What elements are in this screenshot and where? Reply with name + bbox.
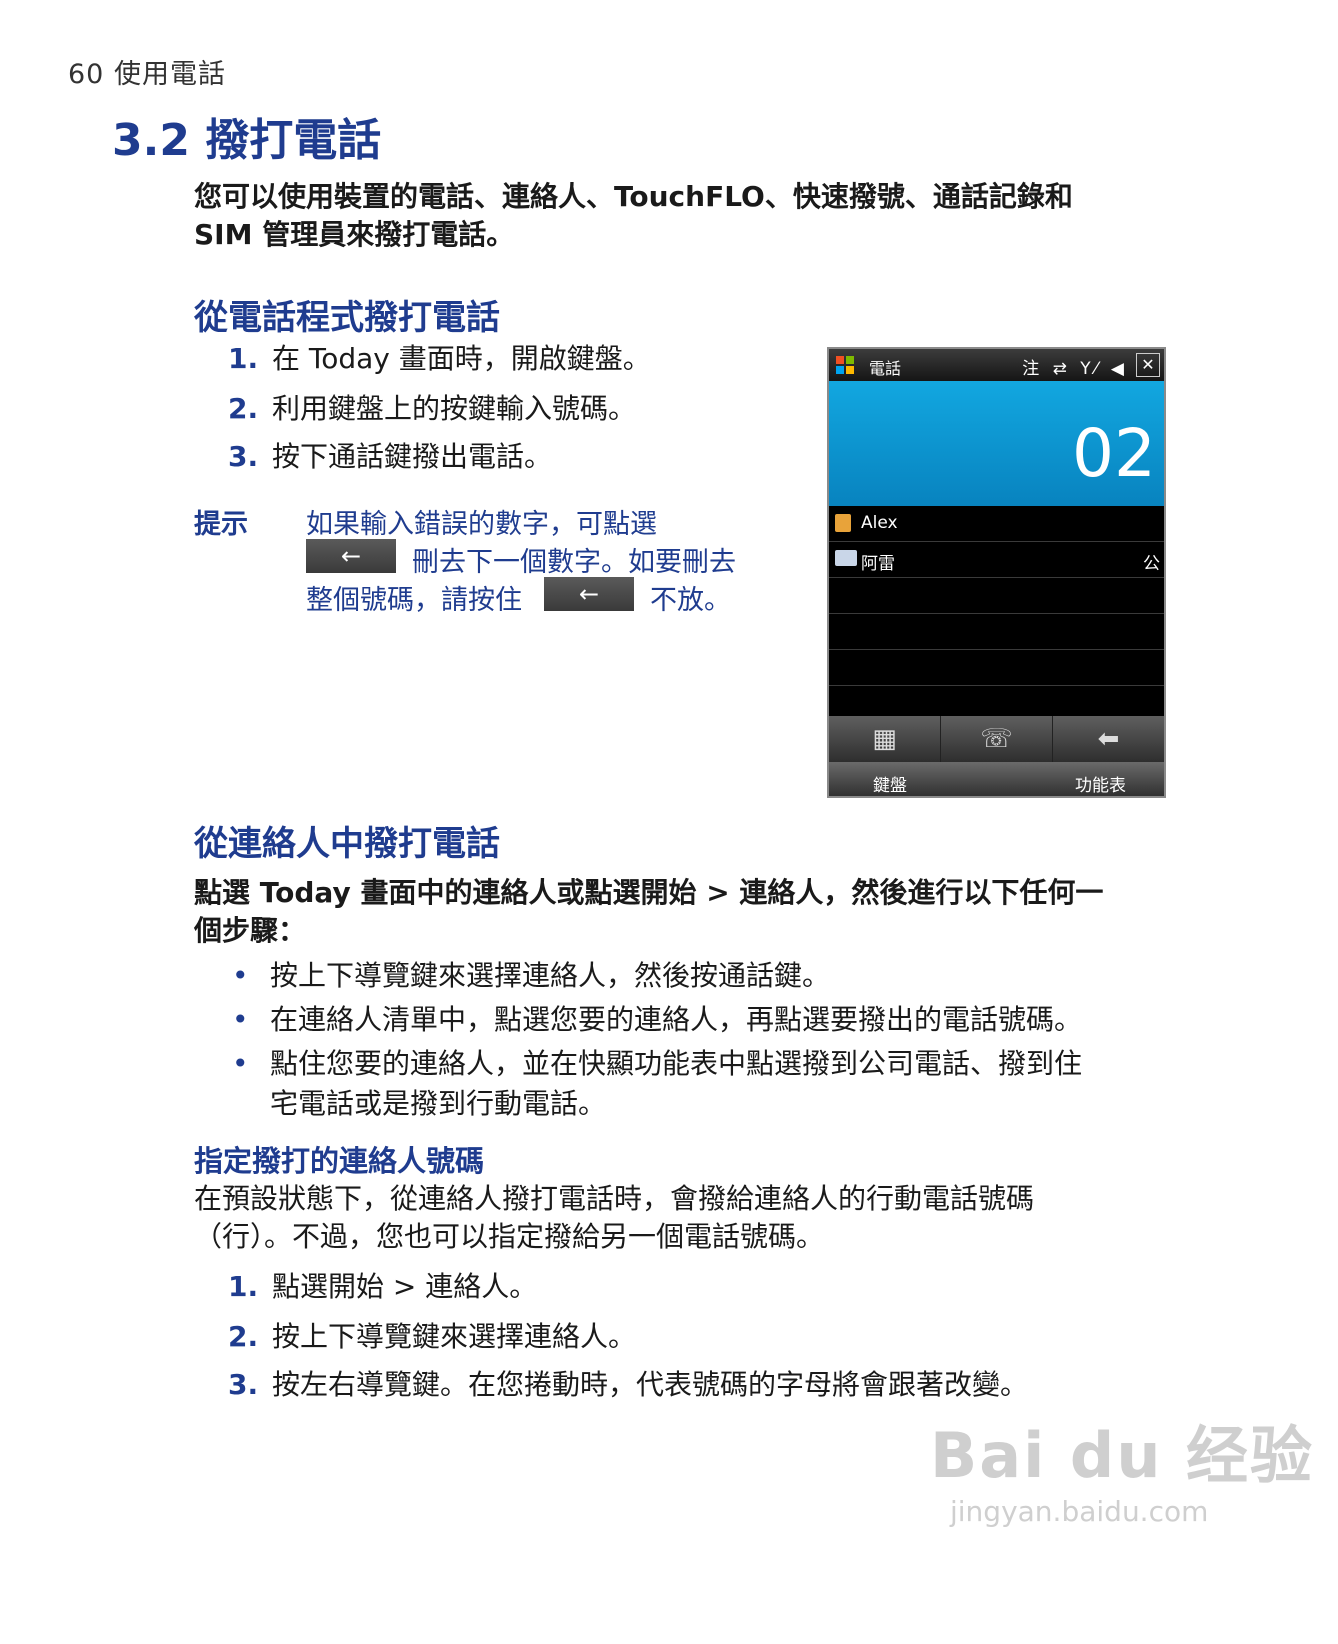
backspace-key-icon: ←: [306, 539, 396, 573]
contact-name: Alex: [861, 513, 898, 533]
step-number: 1.: [228, 1270, 259, 1303]
bullet-text: 宅電話或是撥到行動電話。: [270, 1087, 607, 1120]
phone-step-2: 2. 利用鍵盤上的按鍵輸入號碼。: [228, 390, 636, 428]
assign-step-1: 1. 點選開始 > 連絡人。: [228, 1268, 537, 1306]
page-header: 60 使用電話: [68, 59, 226, 90]
contact-name: 阿雷: [861, 554, 895, 574]
list-item[interactable]: [829, 578, 1164, 614]
step-text: 按上下導覽鍵來選擇連絡人。: [272, 1320, 637, 1353]
bullet-glyph: •: [232, 1003, 249, 1036]
contacts-para-line-1: 點選 Today 畫面中的連絡人或點選開始 > 連絡人，然後進行以下任何一: [194, 876, 1104, 909]
phone-toolbar: ▦ ☏ ⬅: [829, 716, 1164, 762]
windows-start-icon: [836, 356, 854, 374]
bullet-text: 按上下導覽鍵來選擇連絡人，然後按通話鍵。: [270, 959, 831, 992]
bullet-glyph: •: [232, 1047, 249, 1080]
phone-section-heading: 從電話程式撥打電話: [194, 298, 500, 338]
smart-dial-list: Alex 阿雷 公: [829, 506, 1164, 722]
list-item[interactable]: 阿雷 公: [829, 542, 1164, 578]
step-text: 點選開始 > 連絡人。: [272, 1270, 538, 1303]
soft-key-bar: 鍵盤 功能表: [829, 762, 1164, 796]
tip-line-3b: 不放。: [650, 585, 731, 616]
baidu-watermark: Bai du 经验 jingyan.baidu.com: [930, 1405, 1314, 1528]
keypad-icon[interactable]: ▦: [829, 716, 941, 762]
phone-step-1: 1. 在 Today 畫面時，開啟鍵盤。: [228, 340, 651, 378]
menu-soft-key[interactable]: 功能表: [1075, 771, 1126, 796]
bullet-item-3: • 點住您要的連絡人，並在快顯功能表中點選撥到公司電話、撥到住: [232, 1044, 1083, 1084]
phone-screenshot: 電話 注 ⇄ Y⁄ ◀ ✕ 02 Alex 阿雷 公 ▦ ☏ ⬅ 鍵盤 功能表: [827, 347, 1166, 798]
contact-card-icon: [835, 550, 857, 566]
close-icon[interactable]: ✕: [1136, 353, 1160, 377]
step-number: 1.: [228, 342, 259, 375]
tip-line-2: 刪去下一個數字。如要刪去: [412, 547, 736, 578]
contacts-para-line-2: 個步驟：: [194, 914, 307, 947]
dialed-digits: 02: [1072, 415, 1156, 492]
assign-section-heading: 指定撥打的連絡人號碼: [194, 1144, 485, 1178]
assign-para-line-2: （行）。不過，您也可以指定撥給另一個電話號碼。: [194, 1220, 825, 1253]
tip-line-1: 如果輸入錯誤的數字，可點選: [306, 509, 657, 540]
list-item[interactable]: [829, 650, 1164, 686]
dial-display: 02: [829, 381, 1164, 506]
intro-line-1: 您可以使用裝置的電話、連絡人、TouchFLO、快速撥號、通話記錄和: [194, 180, 1073, 213]
step-number: 3.: [228, 440, 259, 473]
contacts-section-heading: 從連絡人中撥打電話: [194, 824, 500, 864]
list-item[interactable]: [829, 614, 1164, 650]
phone-app-title: 電話: [869, 359, 902, 378]
tip-label: 提示: [194, 509, 248, 540]
section-title: 3.2 撥打電話: [112, 115, 382, 166]
number-type-tag: 公: [1143, 554, 1160, 574]
step-text: 利用鍵盤上的按鍵輸入號碼。: [272, 392, 637, 425]
backspace-key-icon: ←: [544, 577, 634, 611]
backspace-icon[interactable]: ⬅: [1053, 716, 1164, 762]
step-text: 按左右導覽鍵。在您捲動時，代表號碼的字母將會跟著改變。: [272, 1368, 1029, 1401]
call-history-icon: [835, 514, 851, 532]
bullet-glyph: •: [232, 959, 249, 992]
keypad-soft-key[interactable]: 鍵盤: [873, 771, 907, 796]
bullet-text: 點住您要的連絡人，並在快顯功能表中點選撥到公司電話、撥到住: [270, 1047, 1083, 1080]
watermark-url: jingyan.baidu.com: [950, 1495, 1209, 1528]
tip-line-3a: 整個號碼，請按住: [306, 585, 522, 616]
watermark-logo: Bai du 经验: [930, 1419, 1315, 1492]
bullet-item-2: • 在連絡人清單中，點選您要的連絡人，再點選要撥出的電話號碼。: [232, 1000, 1083, 1040]
phone-status-bar: 電話 注 ⇄ Y⁄ ◀ ✕: [829, 349, 1164, 381]
list-item[interactable]: Alex: [829, 506, 1164, 542]
phone-step-3: 3. 按下通話鍵撥出電話。: [228, 438, 552, 476]
assign-step-3: 3. 按左右導覽鍵。在您捲動時，代表號碼的字母將會跟著改變。: [228, 1366, 1028, 1404]
bullet-item-3-continued: 宅電話或是撥到行動電話。: [270, 1084, 606, 1124]
step-number: 2.: [228, 1320, 259, 1353]
step-number: 3.: [228, 1368, 259, 1401]
speaker-phone-icon[interactable]: ☏: [941, 716, 1053, 762]
step-number: 2.: [228, 392, 259, 425]
bullet-text: 在連絡人清單中，點選您要的連絡人，再點選要撥出的電話號碼。: [270, 1003, 1083, 1036]
bullet-item-1: • 按上下導覽鍵來選擇連絡人，然後按通話鍵。: [232, 956, 831, 996]
assign-step-2: 2. 按上下導覽鍵來選擇連絡人。: [228, 1318, 636, 1356]
status-icons: 注 ⇄ Y⁄ ◀: [1022, 359, 1128, 379]
step-text: 在 Today 畫面時，開啟鍵盤。: [272, 342, 651, 375]
assign-para-line-1: 在預設狀態下，從連絡人撥打電話時，會撥給連絡人的行動電話號碼: [194, 1182, 1035, 1215]
step-text: 按下通話鍵撥出電話。: [272, 440, 553, 473]
intro-line-2: SIM 管理員來撥打電話。: [194, 218, 515, 251]
